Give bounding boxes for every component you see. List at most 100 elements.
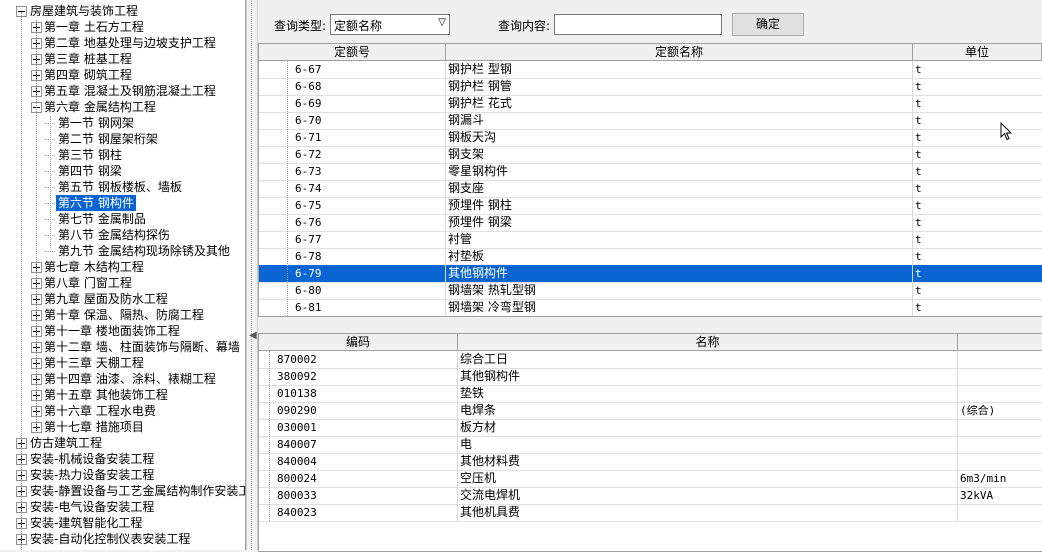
- tree-node[interactable]: 安装-建筑智能化工程: [0, 515, 245, 531]
- tree-node-label: 仿古建筑工程: [30, 436, 103, 450]
- tree-node-label: 第一章 土石方工程: [44, 20, 144, 34]
- chapter-tree-panel[interactable]: 房屋建筑与装饰工程 第一章 土石方工程 第二章 地基处理与边坡支护工程 第三章 桩基工…: [0, 0, 246, 550]
- table-row[interactable]: 6-79 其他钢构件 t: [259, 265, 1042, 283]
- tree-node-label: 第五节 钢板楼板、墙板: [58, 180, 182, 194]
- tree-node-label: 第七节 金属制品: [58, 212, 146, 226]
- cell-quota-name: 钢墙架 热轧型钢: [446, 282, 913, 299]
- cell-quota-name: 钢板天沟: [446, 129, 913, 146]
- cell-quota-name: 预埋件 钢柱: [446, 197, 913, 214]
- cell-spec: [958, 504, 1042, 521]
- table-row[interactable]: 6-67 钢护栏 型钢 t: [259, 61, 1042, 79]
- table-row[interactable]: 870002 综合工日: [259, 351, 1042, 369]
- cell-code: 380092: [259, 368, 458, 385]
- cell-code: 800033: [259, 487, 458, 504]
- tree-node[interactable]: 安装-机械设备安装工程: [0, 451, 245, 467]
- cell-quota-name: 钢护栏 钢管: [446, 78, 913, 95]
- table-row[interactable]: 380092 其他钢构件: [259, 368, 1042, 386]
- table-row[interactable]: 840023 其他机具费: [259, 504, 1042, 522]
- table-row[interactable]: 6-71 钢板天沟 t: [259, 129, 1042, 147]
- table-row[interactable]: 6-75 预埋件 钢柱 t: [259, 197, 1042, 215]
- cell-spec: 6m3/min: [958, 470, 1042, 487]
- splitter-grip: [251, 0, 252, 550]
- cell-unit: t: [913, 95, 1042, 112]
- table-row[interactable]: 6-68 钢护栏 钢管 t: [259, 78, 1042, 96]
- tree-node-label: 第六章 金属结构工程: [44, 100, 156, 114]
- collapse-left-icon[interactable]: ◀: [249, 330, 257, 341]
- cell-code: 840007: [259, 436, 458, 453]
- tree-node[interactable]: 安装-自动化控制仪表安装工程: [0, 531, 245, 547]
- header-quota-name[interactable]: 定额名称: [446, 44, 913, 60]
- query-type-value: 定额名称: [334, 19, 383, 33]
- panel-splitter[interactable]: ◀: [246, 0, 258, 550]
- tree-node[interactable]: 房屋建筑与装饰工程: [0, 3, 245, 19]
- resource-table[interactable]: 编码 名称 870002 综合工日 380092 其他钢构件 010138 垫铁 09029…: [258, 333, 1042, 552]
- cell-resource-name: 电焊条: [458, 402, 958, 419]
- cell-unit: t: [913, 214, 1042, 231]
- cell-spec: [958, 368, 1042, 385]
- cell-resource-name: 其他机具费: [458, 504, 958, 521]
- tree-node-label: 安装-自动化控制仪表安装工程: [30, 532, 191, 546]
- cell-code: 010138: [259, 385, 458, 402]
- tree-connector: [50, 116, 51, 252]
- tree-node-label: 第七章 木结构工程: [44, 260, 144, 274]
- table-row[interactable]: 6-77 衬管 t: [259, 231, 1042, 249]
- table-row[interactable]: 030001 板方材: [259, 419, 1042, 437]
- cell-spec: (综合): [958, 402, 1042, 419]
- cell-unit: t: [913, 78, 1042, 95]
- tree-node-label: 第十章 保温、隔热、防腐工程: [44, 308, 204, 322]
- table-row[interactable]: 6-70 钢漏斗 t: [259, 112, 1042, 130]
- cell-unit: t: [913, 163, 1042, 180]
- tree-node[interactable]: 安装-热力设备安装工程: [0, 467, 245, 483]
- tree-node-label: 第十一章 楼地面装饰工程: [44, 324, 180, 338]
- cell-unit: t: [913, 112, 1042, 129]
- table-row[interactable]: 6-80 钢墙架 热轧型钢 t: [259, 282, 1042, 300]
- cell-resource-name: 垫铁: [458, 385, 958, 402]
- table-row[interactable]: 090290 电焊条 (综合): [259, 402, 1042, 420]
- tree-connector: [287, 61, 288, 316]
- header-unit[interactable]: 单位: [913, 44, 1042, 60]
- table-row[interactable]: 6-72 钢支架 t: [259, 146, 1042, 164]
- table-row[interactable]: 840007 电: [259, 436, 1042, 454]
- cell-spec: [958, 436, 1042, 453]
- header-resource-name[interactable]: 名称: [458, 334, 958, 350]
- table-row[interactable]: 840004 其他材料费: [259, 453, 1042, 471]
- query-type-select[interactable]: 定额名称 ▽: [330, 14, 450, 35]
- cell-quota-name: 预埋件 钢梁: [446, 214, 913, 231]
- tree-node-label: 第九章 屋面及防水工程: [44, 292, 168, 306]
- tree-node-label: 第八节 金属结构探伤: [58, 228, 170, 242]
- quota-table[interactable]: 定额号 定额名称 单位 6-67 钢护栏 型钢 t 6-68 钢护栏 钢管 t 6-69 钢护…: [258, 43, 1042, 317]
- table-row[interactable]: 6-73 零星钢构件 t: [259, 163, 1042, 181]
- header-spec[interactable]: [958, 334, 1042, 350]
- cell-spec: [958, 351, 1042, 368]
- tree-node[interactable]: 安装-静置设备与工艺金属结构制作安装工: [0, 483, 245, 499]
- tree-node[interactable]: 仿古建筑工程: [0, 435, 245, 451]
- table-row[interactable]: 6-74 钢支座 t: [259, 180, 1042, 198]
- cell-code: 870002: [259, 351, 458, 368]
- header-quota-no[interactable]: 定额号: [259, 44, 446, 60]
- table-row[interactable]: 800024 空压机 6m3/min: [259, 470, 1042, 488]
- tree-node-label: 第十五章 其他装饰工程: [44, 388, 168, 402]
- tree-node[interactable]: 安装-电气设备安装工程: [0, 499, 245, 515]
- tree-connector: [269, 351, 270, 521]
- cell-unit: t: [913, 299, 1042, 316]
- tree-node-label: 第九节 金属结构现场除锈及其他: [58, 244, 230, 258]
- cell-quota-name: 衬垫板: [446, 248, 913, 265]
- tree-connector: [36, 20, 37, 430]
- cell-unit: t: [913, 129, 1042, 146]
- header-code[interactable]: 编码: [259, 334, 458, 350]
- table-row[interactable]: 6-69 钢护栏 花式 t: [259, 95, 1042, 113]
- table-row[interactable]: 010138 垫铁: [259, 385, 1042, 403]
- confirm-button[interactable]: 确定: [732, 13, 804, 36]
- cell-unit: t: [913, 197, 1042, 214]
- tree-node-label: 房屋建筑与装饰工程: [30, 4, 139, 18]
- cell-unit: t: [913, 282, 1042, 299]
- table-row[interactable]: 6-76 预埋件 钢梁 t: [259, 214, 1042, 232]
- tree-node-label: 第三章 桩基工程: [44, 52, 132, 66]
- query-content-input[interactable]: [554, 14, 722, 35]
- cell-unit: t: [913, 248, 1042, 265]
- table-row[interactable]: 800033 交流电焊机 32kVA: [259, 487, 1042, 505]
- table-row[interactable]: 6-78 衬垫板 t: [259, 248, 1042, 266]
- query-type-label: 查询类型:: [274, 19, 327, 33]
- table-row[interactable]: 6-81 钢墙架 冷弯型钢 t: [259, 299, 1042, 316]
- tree-node-label: 安装-热力设备安装工程: [30, 468, 155, 482]
